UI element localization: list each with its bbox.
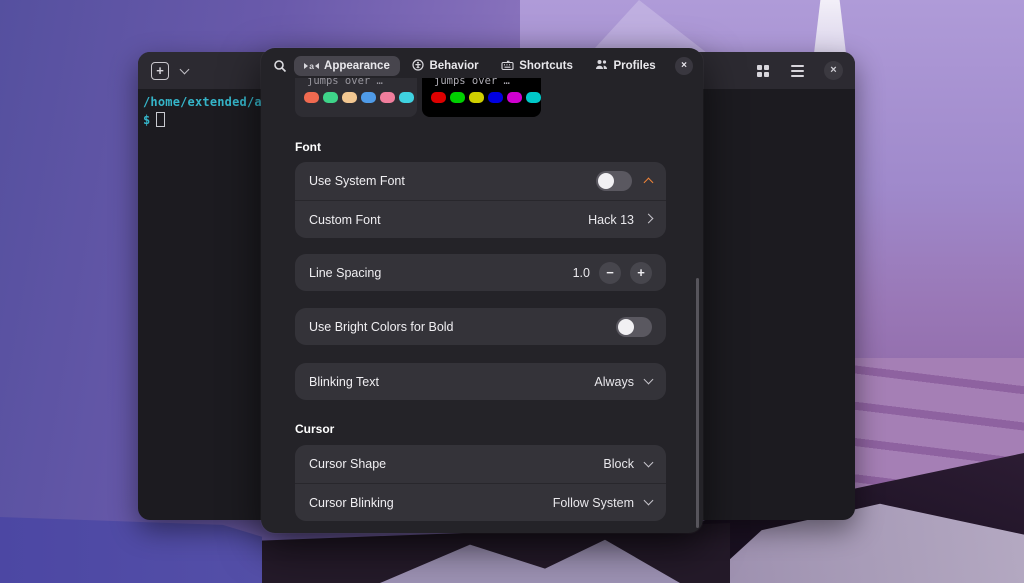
people-icon [595, 59, 608, 73]
color-swatch [450, 92, 465, 103]
color-swatch [469, 92, 484, 103]
color-swatch [399, 92, 414, 103]
preferences-scroll-area[interactable]: jumps over … jumps over … Font Use Syste… [261, 78, 703, 533]
color-swatch [507, 92, 522, 103]
cursor-settings-group: Cursor Shape Block Cursor Blinking Follo… [295, 445, 666, 521]
tab-behavior[interactable]: Behavior [402, 55, 488, 78]
font-settings-group: Use System Font Custom Font Hack 13 [295, 162, 666, 238]
custom-font-label: Custom Font [309, 212, 381, 227]
chevron-down-icon [643, 374, 654, 385]
theme-preview-sample-text: jumps over … [434, 78, 510, 87]
cursor-blinking-row[interactable]: Cursor Blinking Follow System [295, 483, 666, 521]
wallpaper-bottom-left [0, 517, 262, 583]
tab-overview-icon[interactable] [757, 64, 769, 77]
tab-shortcuts[interactable]: Shortcuts [491, 55, 583, 78]
terminal-close-button[interactable]: × [824, 61, 843, 80]
cursor-blinking-value: Follow System [552, 495, 634, 510]
cursor-shape-value: Block [603, 457, 634, 471]
use-system-font-toggle[interactable] [596, 171, 632, 191]
line-spacing-decrease-button[interactable]: − [599, 261, 621, 284]
desktop: + × /home/extended/ap $ a Appearance Beh… [0, 0, 1024, 583]
custom-font-row[interactable]: Custom Font Hack 13 [295, 200, 666, 238]
preferences-close-button[interactable]: × [675, 57, 693, 75]
expander-chevron-up-icon[interactable] [643, 177, 654, 188]
line-spacing-label: Line Spacing [309, 265, 382, 280]
appearance-icon: a [304, 62, 320, 70]
color-swatch [323, 92, 338, 103]
new-tab-button[interactable]: + [151, 61, 169, 80]
line-spacing-row: Line Spacing 1.0 − + [295, 254, 666, 291]
bright-colors-bold-label: Use Bright Colors for Bold [309, 319, 454, 334]
tab-profiles-label: Profiles [613, 60, 656, 72]
theme-preview-sample-text: jumps over … [307, 78, 383, 87]
search-icon[interactable] [273, 59, 287, 73]
color-swatch [431, 92, 446, 103]
line-spacing-increase-button[interactable]: + [630, 261, 652, 284]
cursor-section-title: Cursor [295, 422, 335, 436]
custom-font-value: Hack 13 [588, 212, 634, 227]
preferences-headerbar: a Appearance Behavior Shortcuts Profiles… [261, 48, 703, 78]
tab-appearance[interactable]: a Appearance [294, 56, 400, 76]
tab-list-chevron-down-icon[interactable] [179, 64, 190, 74]
bright-colors-bold-row[interactable]: Use Bright Colors for Bold [295, 308, 666, 345]
color-swatch [380, 92, 395, 103]
dialog-scrollbar[interactable] [696, 278, 699, 528]
theme-preview-default[interactable]: jumps over … [295, 78, 417, 117]
cursor-shape-label: Cursor Shape [309, 457, 387, 471]
font-section-title: Font [295, 140, 321, 154]
tab-profiles[interactable]: Profiles [585, 55, 665, 77]
blinking-text-row[interactable]: Blinking Text Always [295, 363, 666, 400]
color-swatch [361, 92, 376, 103]
cursor-shape-row[interactable]: Cursor Shape Block [295, 445, 666, 483]
use-system-font-label: Use System Font [309, 174, 405, 188]
terminal-prompt: $ [143, 112, 151, 127]
color-swatch [342, 92, 357, 103]
behavior-icon [412, 58, 425, 74]
use-system-font-row[interactable]: Use System Font [295, 162, 666, 200]
terminal-block-cursor [156, 112, 166, 127]
line-spacing-value: 1.0 [572, 265, 590, 280]
chevron-right-icon [643, 213, 654, 223]
color-swatch [304, 92, 319, 103]
bright-colors-bold-toggle[interactable] [616, 316, 652, 337]
blinking-text-label: Blinking Text [309, 374, 379, 389]
preferences-dialog: a Appearance Behavior Shortcuts Profiles… [261, 48, 703, 533]
theme-preview-palette [422, 92, 541, 103]
main-menu-icon[interactable] [791, 64, 804, 77]
chevron-down-icon [643, 457, 654, 467]
theme-preview-dark[interactable]: jumps over … [422, 78, 541, 117]
preferences-tabs: a Appearance Behavior Shortcuts Profiles [293, 55, 667, 78]
color-swatch [488, 92, 503, 103]
tab-appearance-label: Appearance [324, 60, 390, 72]
tab-behavior-label: Behavior [429, 60, 479, 72]
color-swatch [526, 92, 541, 103]
cursor-blinking-label: Cursor Blinking [309, 495, 394, 510]
tab-shortcuts-label: Shortcuts [519, 60, 573, 72]
chevron-down-icon [643, 495, 654, 506]
theme-preview-palette [295, 92, 417, 103]
blinking-text-value: Always [594, 374, 634, 389]
keyboard-icon [501, 59, 514, 74]
